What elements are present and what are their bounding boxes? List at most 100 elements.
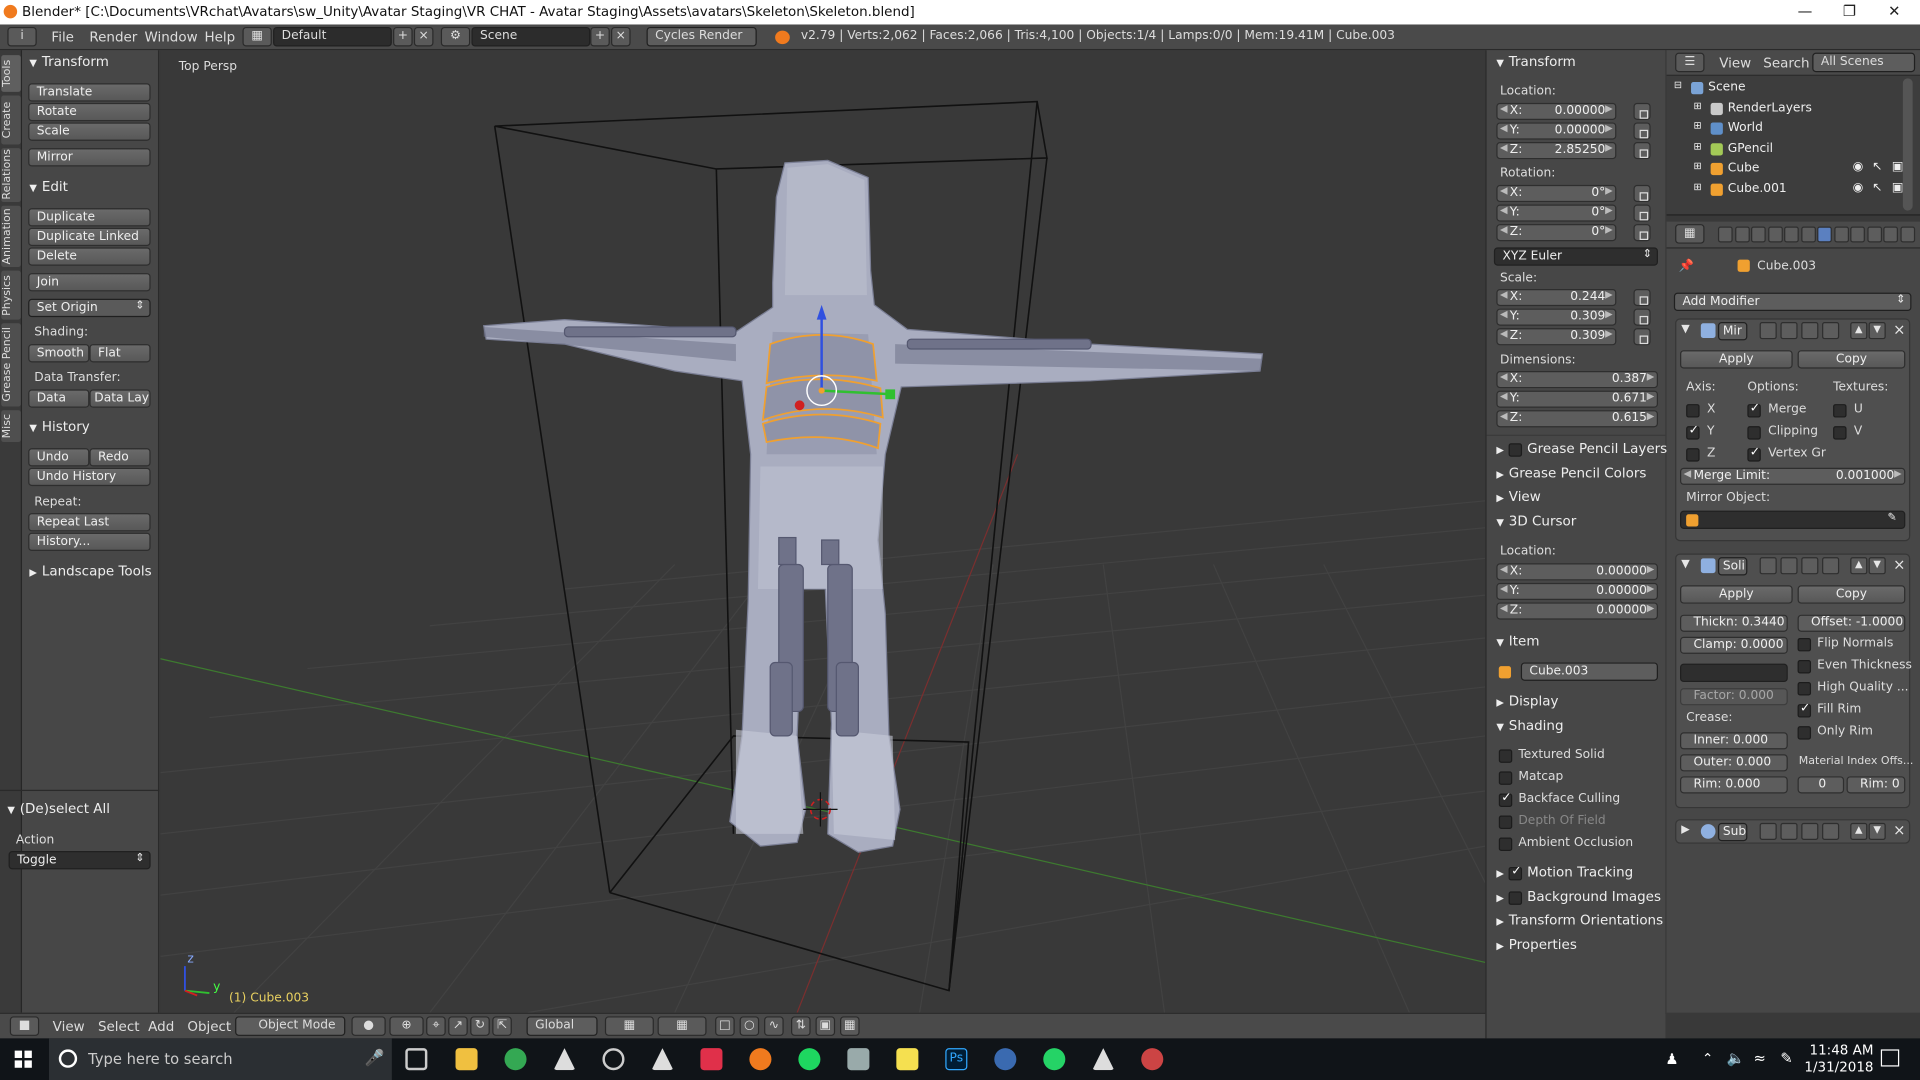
menu-object[interactable]: Object <box>187 1019 231 1035</box>
blender-taskbar-icon[interactable] <box>749 1048 772 1071</box>
location-x-field[interactable]: ◀ X: 0.00000 ▶ <box>1496 102 1617 121</box>
history-button[interactable]: History... <box>28 532 151 552</box>
file-explorer-icon[interactable] <box>455 1048 478 1071</box>
menu-render[interactable]: Render <box>89 29 137 45</box>
lock-location-z-icon[interactable] <box>1633 142 1651 160</box>
mirror-copy-button[interactable]: Copy <box>1797 350 1906 369</box>
operator-panel-header[interactable]: ▼ (De)select All <box>7 801 110 817</box>
manipulator-toggle-icon[interactable]: ⌖ <box>426 1016 446 1036</box>
mirror-axes-checkbox[interactable] <box>1686 404 1700 418</box>
background-images-checkbox[interactable] <box>1508 890 1523 905</box>
start-icon[interactable] <box>14 1050 32 1068</box>
menu-add[interactable]: Add <box>148 1019 174 1035</box>
rotation-y-field[interactable]: ◀ Y: 0° ▶ <box>1496 204 1617 222</box>
only-rim-checkbox[interactable] <box>1797 726 1812 740</box>
outliner-row[interactable]: ⊟ Scene <box>1667 78 1906 98</box>
item-name-field[interactable]: Cube.003 <box>1520 662 1658 681</box>
mirror-options-checkbox[interactable] <box>1747 446 1761 462</box>
grease-pencil-layers-panel[interactable]: ▶ Grease Pencil Layers <box>1496 441 1667 457</box>
viewport-toggle-icon[interactable] <box>1780 822 1798 841</box>
remove-modifier-icon[interactable]: × <box>1893 822 1905 839</box>
task-view-icon[interactable] <box>405 1048 428 1071</box>
collapse-icon[interactable]: ▼ <box>1681 558 1689 570</box>
solidify-copy-button[interactable]: Copy <box>1797 585 1906 604</box>
n-transform-header[interactable]: ▼ Transform <box>1496 54 1575 70</box>
tab-create[interactable]: Create <box>1 95 21 145</box>
object-tab-icon[interactable] <box>1784 226 1799 243</box>
outer-field[interactable]: Outer: 0.000 <box>1680 754 1788 772</box>
shading-option-checkbox[interactable] <box>1498 837 1513 852</box>
tab-relations[interactable]: Relations <box>1 148 21 203</box>
tray-chevron-icon[interactable]: ⌃ <box>1702 1051 1713 1067</box>
snap-icon[interactable]: ⇅ <box>791 1016 811 1036</box>
game-app-icon[interactable] <box>700 1048 723 1071</box>
taskbar-search[interactable]: Type here to search 🎤 <box>48 1038 392 1080</box>
location-z-field[interactable]: ◀ Z: 2.85250 ▶ <box>1496 142 1617 160</box>
outliner-row[interactable]: ⊞ Cube.001 ◉ ↖ ▣ <box>1667 179 1906 199</box>
scale-manip-icon[interactable]: ⇱ <box>492 1016 512 1036</box>
display-mode-dropdown[interactable]: All Scenes <box>1812 52 1916 73</box>
chrome-icon[interactable] <box>504 1048 527 1071</box>
add-modifier-dropdown[interactable]: Add Modifier ⇕ <box>1673 292 1912 312</box>
outliner-row[interactable]: ⊞ Cube ◉ ↖ ▣ <box>1667 159 1906 179</box>
shading-panel[interactable]: ▼ Shading <box>1496 718 1563 734</box>
layout-selector[interactable]: Default <box>273 26 392 47</box>
outliner-search-menu[interactable]: Search <box>1763 55 1809 71</box>
translate-button[interactable]: Translate <box>28 83 151 102</box>
visibility-icon[interactable]: ◉ <box>1853 160 1864 173</box>
rotate-manip-icon[interactable]: ↻ <box>470 1016 490 1036</box>
subsurf-modifier-name[interactable]: Sub <box>1717 822 1748 842</box>
spotify-icon[interactable] <box>798 1048 821 1071</box>
high-quality-checkbox[interactable] <box>1797 682 1812 696</box>
undo-history-button[interactable]: Undo History <box>28 467 151 487</box>
render-toggle-icon[interactable] <box>1759 322 1777 340</box>
expand-icon[interactable]: ⊞ <box>1693 181 1701 192</box>
remove-modifier-icon[interactable]: × <box>1893 556 1905 573</box>
move-up-icon[interactable]: ▲ <box>1850 557 1868 575</box>
set-origin-dropdown[interactable]: Set Origin ⇕ <box>28 298 151 318</box>
remove-modifier-icon[interactable]: × <box>1893 321 1905 338</box>
editmode-toggle-icon[interactable] <box>1801 557 1819 575</box>
rotation-z-field[interactable]: ◀ Z: 0° ▶ <box>1496 224 1617 242</box>
constraints-tab-icon[interactable] <box>1800 226 1816 243</box>
render-engine-dropdown[interactable]: Cycles Render <box>646 26 757 47</box>
rotation-mode-dropdown[interactable]: XYZ Euler ⇕ <box>1493 247 1658 266</box>
unity-icon[interactable] <box>553 1048 576 1071</box>
data-tab-icon[interactable] <box>1833 226 1849 243</box>
renderability-icon[interactable]: ▣ <box>1892 160 1904 173</box>
mirror-modifier-name[interactable]: Mir <box>1717 322 1748 341</box>
editmode-toggle-icon[interactable] <box>1801 322 1819 340</box>
duplicate-button[interactable]: Duplicate <box>28 208 151 227</box>
move-down-icon[interactable]: ▼ <box>1868 557 1886 575</box>
lock-rotation-z-icon[interactable] <box>1633 224 1651 242</box>
layout-icon[interactable]: ▦ <box>242 26 272 47</box>
mode-dropdown[interactable]: Object Mode <box>235 1016 346 1036</box>
repeat-last-button[interactable]: Repeat Last <box>28 513 151 532</box>
cage-toggle-icon[interactable] <box>1822 557 1840 575</box>
scene-selector[interactable]: Scene <box>471 26 591 47</box>
scene-tab-icon[interactable] <box>1751 226 1766 243</box>
scale-z-field[interactable]: ◀ Z: 0.309 ▶ <box>1496 328 1617 346</box>
editor-type-properties-icon[interactable]: ▦ <box>1675 224 1705 244</box>
minimize-icon[interactable]: — <box>1798 2 1813 19</box>
editor-type-info-icon[interactable]: i <box>7 26 37 47</box>
render-toggle-icon[interactable] <box>1759 557 1777 575</box>
pen-icon[interactable]: ✎ <box>1780 1049 1792 1066</box>
3d-cursor-panel[interactable]: ▼ 3D Cursor <box>1496 513 1576 529</box>
particles-tab-icon[interactable] <box>1883 226 1898 243</box>
smooth-button[interactable]: Smooth <box>28 344 90 363</box>
expand-icon[interactable]: ⊞ <box>1693 160 1701 171</box>
scale-x-field[interactable]: ◀ X: 0.244 ▶ <box>1496 288 1617 307</box>
outliner-row[interactable]: ⊞ GPencil <box>1667 139 1906 159</box>
orientation-dropdown[interactable]: Global <box>526 1016 598 1036</box>
menu-view[interactable]: View <box>53 1019 85 1035</box>
material-rim-field[interactable]: Rim: 0 <box>1846 776 1906 794</box>
motion-tracking-checkbox[interactable] <box>1508 864 1523 880</box>
transform-orientations-panel[interactable]: ▶ Transform Orientations <box>1496 912 1663 928</box>
fill-rim-checkbox[interactable] <box>1797 702 1812 718</box>
display-panel[interactable]: ▶ Display <box>1496 693 1558 709</box>
unity-icon-3[interactable] <box>1092 1048 1115 1071</box>
volume-icon[interactable]: 🔈 <box>1727 1049 1745 1066</box>
shading-option-checkbox[interactable] <box>1498 749 1513 763</box>
lock-scale-x-icon[interactable] <box>1633 288 1651 307</box>
